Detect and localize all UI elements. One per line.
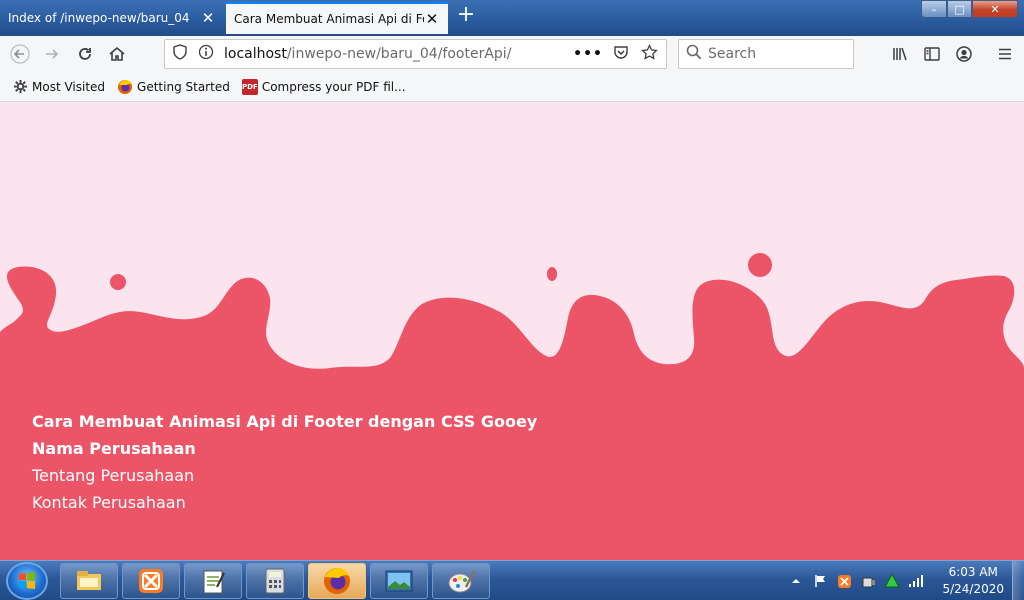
about-link[interactable]: Tentang Perusahaan xyxy=(32,462,537,489)
taskbar-image-viewer[interactable] xyxy=(370,563,428,599)
calculator-icon xyxy=(265,568,285,594)
page-content: Cara Membuat Animasi Api di Footer denga… xyxy=(0,102,1024,560)
tab-cara-membuat[interactable]: Cara Membuat Animasi Api di Footer denga… xyxy=(226,2,448,34)
bookmarks-bar: Most Visited Getting Started PDF Compres… xyxy=(0,72,1024,102)
close-tab-icon[interactable]: ✕ xyxy=(424,10,440,28)
bookmark-compress-pdf[interactable]: PDF Compress your PDF fil... xyxy=(241,78,406,95)
search-placeholder: Search xyxy=(708,46,757,62)
forward-icon[interactable] xyxy=(40,42,64,66)
menu-icon[interactable] xyxy=(993,42,1017,66)
notepad-icon xyxy=(203,570,225,594)
xampp-tray-icon[interactable] xyxy=(835,572,853,590)
pocket-icon[interactable] xyxy=(613,44,629,64)
search-icon xyxy=(686,44,702,64)
show-desktop-button[interactable] xyxy=(1012,561,1024,600)
tab-title: Index of /inwepo-new/baru_04 xyxy=(8,11,190,25)
gear-icon xyxy=(12,79,28,95)
title-bar: Index of /inwepo-new/baru_04 ✕ Cara Memb… xyxy=(0,0,1024,36)
taskbar-xampp[interactable] xyxy=(122,563,180,599)
page-actions-icon[interactable]: ••• xyxy=(573,46,603,62)
bookmark-label: Getting Started xyxy=(137,79,230,94)
system-tray: 6:03 AM 5/24/2020 xyxy=(784,561,1024,600)
home-icon[interactable] xyxy=(105,42,129,66)
firefox-icon xyxy=(324,568,350,594)
minimize-button[interactable]: – xyxy=(921,0,947,18)
new-tab-button[interactable]: + xyxy=(454,4,478,28)
taskbar-clock[interactable]: 6:03 AM 5/24/2020 xyxy=(942,564,1004,598)
start-button[interactable] xyxy=(6,562,48,600)
sidebar-icon[interactable] xyxy=(920,42,944,66)
taskbar-firefox[interactable] xyxy=(308,563,366,599)
close-tab-icon[interactable]: ✕ xyxy=(200,9,216,27)
tracking-shield-icon[interactable] xyxy=(172,44,188,64)
bookmark-getting-started[interactable]: Getting Started xyxy=(117,79,230,95)
taskbar-file-explorer[interactable] xyxy=(60,563,118,599)
update-tray-icon[interactable] xyxy=(883,572,901,590)
usb-device-icon[interactable] xyxy=(859,572,877,590)
show-hidden-icons-icon[interactable] xyxy=(787,572,805,590)
clock-date: 5/24/2020 xyxy=(942,582,1004,596)
fire-droplet xyxy=(547,267,557,281)
paint-icon xyxy=(448,570,476,593)
action-center-flag-icon[interactable] xyxy=(811,572,829,590)
clock-time: 6:03 AM xyxy=(948,565,998,579)
site-info-icon[interactable] xyxy=(198,44,214,64)
close-window-button[interactable]: ✕ xyxy=(972,0,1018,18)
account-icon[interactable] xyxy=(952,42,976,66)
taskbar-paint[interactable] xyxy=(432,563,490,599)
url-host: localhost xyxy=(224,46,287,62)
tab-title: Cara Membuat Animasi Api di Footer denga… xyxy=(234,12,424,26)
taskbar-calculator[interactable] xyxy=(246,563,304,599)
contact-link[interactable]: Kontak Perusahaan xyxy=(32,489,537,516)
windows-logo-icon xyxy=(19,572,35,589)
xampp-icon xyxy=(139,569,163,593)
firefox-icon xyxy=(117,79,133,95)
company-name: Nama Perusahaan xyxy=(32,439,196,458)
maximize-button[interactable]: □ xyxy=(947,0,972,18)
windows-taskbar: 6:03 AM 5/24/2020 xyxy=(0,560,1024,600)
taskbar-notepad[interactable] xyxy=(184,563,242,599)
footer-title: Cara Membuat Animasi Api di Footer denga… xyxy=(32,412,538,431)
bookmark-most-visited[interactable]: Most Visited xyxy=(12,79,105,95)
footer-text-block: Cara Membuat Animasi Api di Footer denga… xyxy=(32,408,537,516)
url-path: /inwepo-new/baru_04/footerApi/ xyxy=(286,46,512,62)
search-input[interactable]: Search xyxy=(678,39,854,69)
tab-index-of[interactable]: Index of /inwepo-new/baru_04 ✕ xyxy=(0,2,224,34)
bookmark-star-icon[interactable] xyxy=(641,43,658,65)
bookmark-label: Compress your PDF fil... xyxy=(261,79,406,94)
bookmark-label: Most Visited xyxy=(32,79,106,94)
library-icon[interactable] xyxy=(888,42,912,66)
address-bar[interactable]: localhost/inwepo-new/baru_04/footerApi/ … xyxy=(164,39,667,69)
pdf-icon: PDF xyxy=(241,78,258,95)
window-controls: – □ ✕ xyxy=(921,0,1018,18)
image-viewer-icon xyxy=(385,570,413,592)
back-icon[interactable] xyxy=(8,42,32,66)
file-explorer-icon xyxy=(77,571,101,590)
navigation-bar: localhost/inwepo-new/baru_04/footerApi/ … xyxy=(0,36,1024,72)
url-text: localhost/inwepo-new/baru_04/footerApi/ xyxy=(224,46,511,62)
fire-droplet xyxy=(748,253,772,277)
reload-icon[interactable] xyxy=(73,42,97,66)
fire-droplet xyxy=(110,274,126,290)
network-signal-icon[interactable] xyxy=(907,572,925,590)
